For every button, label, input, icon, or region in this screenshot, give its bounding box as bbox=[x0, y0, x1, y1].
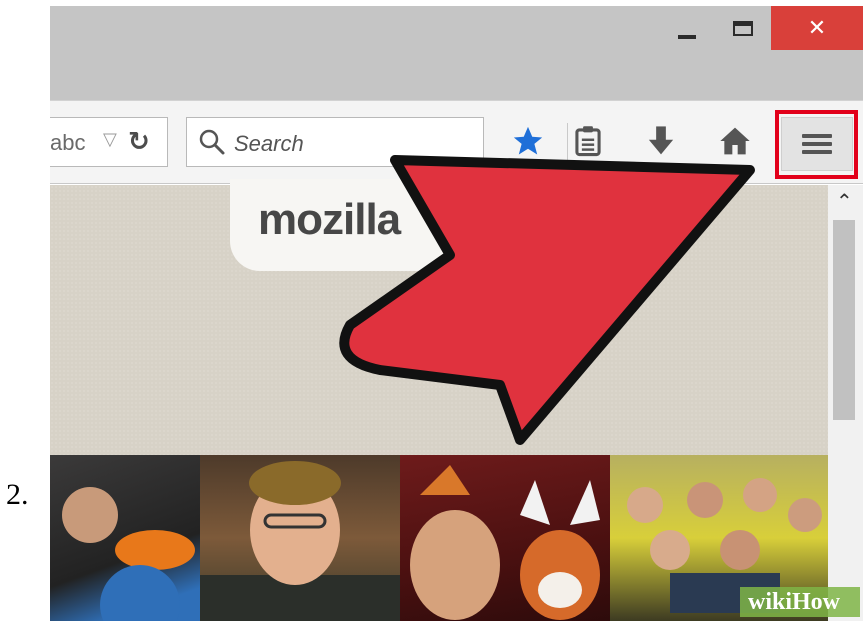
step-number: 2. bbox=[6, 478, 29, 511]
pointer-arrow-annotation bbox=[339, 155, 755, 445]
browser-screenshot: ✕ abc ▽ ↻ Search mozilla ⌃ wikiHow bbox=[50, 0, 863, 621]
